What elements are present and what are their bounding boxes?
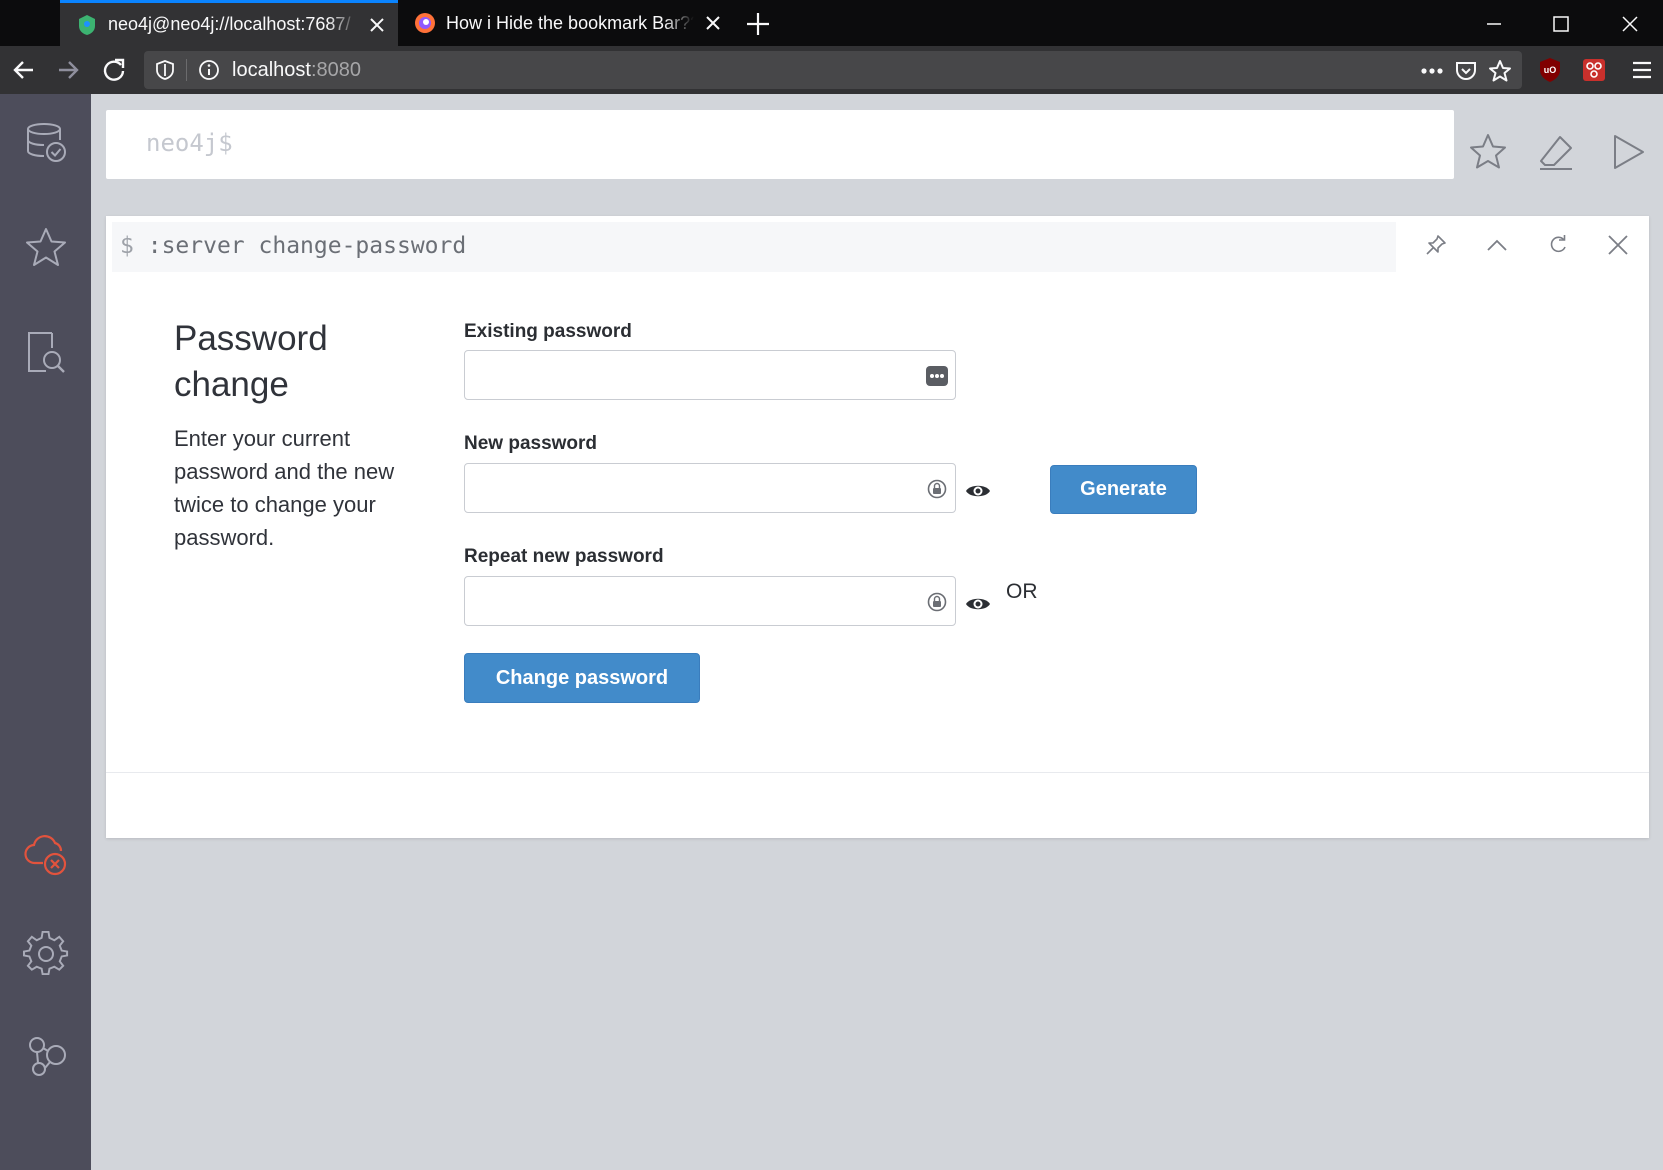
close-window-icon[interactable] <box>1616 10 1644 38</box>
cypher-editor[interactable]: neo4j$ <box>106 110 1454 179</box>
new-tab-icon[interactable] <box>744 10 772 38</box>
database-icon[interactable] <box>22 118 70 166</box>
url-text: localhost:8080 <box>232 59 361 82</box>
pin-icon[interactable] <box>1421 230 1451 260</box>
neo4j-browser-app: neo4j$ $ :server change-password Passwor… <box>0 94 1663 1170</box>
password-manager-icon[interactable] <box>925 364 949 388</box>
command-text: :server change-password <box>147 233 467 259</box>
password-lock-icon[interactable] <box>925 590 949 614</box>
generate-button[interactable]: Generate <box>1050 465 1197 514</box>
svg-text:uO: uO <box>1544 65 1557 75</box>
tab-firefox-help[interactable]: How i Hide the bookmark Bar?? <box>398 0 734 46</box>
new-password-input[interactable] <box>464 463 956 513</box>
or-label: OR <box>1006 580 1038 603</box>
repeat-password-label: Repeat new password <box>464 546 664 567</box>
command-dollar: $ <box>120 233 134 259</box>
neo4j-favicon-icon <box>76 14 98 36</box>
change-password-button[interactable]: Change password <box>464 653 700 703</box>
tracking-shield-icon[interactable] <box>154 59 176 86</box>
settings-gear-icon[interactable] <box>22 930 70 978</box>
ublock-origin-icon[interactable]: uO <box>1536 56 1564 84</box>
tab-title: How i Hide the bookmark Bar?? <box>446 12 694 33</box>
database-disconnected-icon[interactable] <box>22 830 70 878</box>
url-separator <box>186 59 187 81</box>
tab-neo4j[interactable]: neo4j@neo4j://localhost:7687/ <box>60 0 398 46</box>
back-arrow-icon[interactable] <box>10 56 38 84</box>
result-frame: $ :server change-password Password chang… <box>106 216 1649 838</box>
maximize-icon[interactable] <box>1547 10 1575 38</box>
close-tab-icon[interactable] <box>702 12 724 34</box>
repeat-password-input[interactable] <box>464 576 956 626</box>
rerun-icon[interactable] <box>1543 230 1573 260</box>
navigation-bar: localhost:8080 uO <box>0 46 1663 94</box>
password-change-description: Enter your current password and the new … <box>174 426 395 550</box>
frame-command: $ :server change-password <box>120 233 466 259</box>
favorites-star-icon[interactable] <box>22 224 70 272</box>
neo4j-about-icon[interactable] <box>22 1032 70 1080</box>
site-info-icon[interactable] <box>198 59 220 86</box>
forward-arrow-icon[interactable] <box>54 56 82 84</box>
bookmark-star-icon[interactable] <box>1488 59 1512 83</box>
tab-title: neo4j@neo4j://localhost:7687/ <box>108 14 351 34</box>
documents-search-icon[interactable] <box>22 328 70 376</box>
close-frame-icon[interactable] <box>1603 230 1633 260</box>
favorite-star-icon[interactable] <box>1466 130 1510 174</box>
run-play-icon[interactable] <box>1606 130 1650 174</box>
pocket-icon[interactable] <box>1454 59 1478 83</box>
password-lock-icon[interactable] <box>925 477 949 501</box>
frame-footer-divider <box>106 772 1649 773</box>
tab-bar: neo4j@neo4j://localhost:7687/ How i Hide… <box>0 0 1663 46</box>
frame-command-bar[interactable]: $ :server change-password <box>112 222 1396 272</box>
existing-password-label: Existing password <box>464 321 632 342</box>
show-password-eye-icon[interactable] <box>964 479 992 503</box>
menu-hamburger-icon[interactable] <box>1628 56 1656 84</box>
extension-icon[interactable] <box>1580 56 1608 84</box>
url-host: localhost <box>232 59 311 81</box>
url-bar[interactable]: localhost:8080 <box>144 51 1522 89</box>
firefox-icon <box>414 12 436 34</box>
page-actions-icon[interactable] <box>1420 59 1444 83</box>
close-tab-icon[interactable] <box>366 14 388 36</box>
collapse-chevron-up-icon[interactable] <box>1482 230 1512 260</box>
new-password-label: New password <box>464 433 598 454</box>
editor-prompt: neo4j$ <box>146 129 233 157</box>
sidebar <box>0 94 91 1170</box>
password-change-title: Password change <box>174 319 328 404</box>
reload-icon[interactable] <box>100 56 128 84</box>
clear-eraser-icon[interactable] <box>1534 130 1578 174</box>
minimize-icon[interactable] <box>1480 10 1508 38</box>
url-port: :8080 <box>310 59 361 81</box>
show-password-eye-icon[interactable] <box>964 592 992 616</box>
existing-password-input[interactable] <box>464 350 956 400</box>
